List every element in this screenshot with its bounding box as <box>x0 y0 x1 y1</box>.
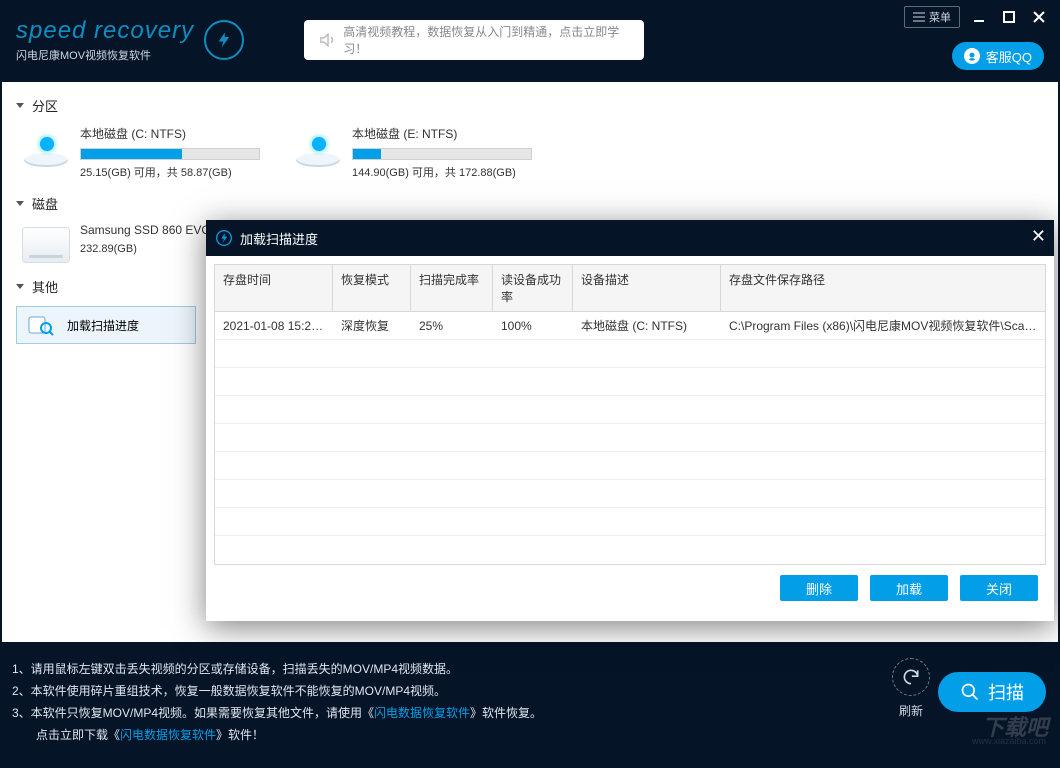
table-row <box>215 508 1045 536</box>
close-button[interactable]: 关闭 <box>960 575 1038 601</box>
partition-stat: 25.15(GB) 可用，共 58.87(GB) <box>80 164 272 180</box>
refresh-label: 刷新 <box>899 702 923 719</box>
speaker-icon <box>318 31 335 49</box>
ssd-icon <box>22 227 70 263</box>
dialog-title: 加载扫描进度 <box>240 229 318 248</box>
partition-stat: 144.90(GB) 可用，共 172.88(GB) <box>352 164 544 180</box>
cell-mode: 深度恢复 <box>333 317 411 334</box>
refresh-button[interactable]: 刷新 <box>892 658 930 719</box>
scan-button[interactable]: 扫描 <box>938 672 1046 712</box>
footer-tips: 1、请用鼠标左键双击丢失视频的分区或存储设备，扫描丢失的MOV/MP4视频数据。… <box>0 644 1060 746</box>
watermark-url: www.xiazaiba.com <box>972 736 1046 746</box>
cell-device: 本地磁盘 (C: NTFS) <box>573 317 721 334</box>
section-partitions-header[interactable]: 分区 <box>10 92 1050 119</box>
usage-bar <box>352 148 532 160</box>
table-row <box>215 480 1045 508</box>
lightning-icon <box>204 20 244 60</box>
magnifier-icon <box>960 682 980 702</box>
load-button[interactable]: 加载 <box>870 575 948 601</box>
maximize-button[interactable] <box>998 6 1020 28</box>
recovery-software-link[interactable]: 闪电数据恢复软件 <box>374 706 470 720</box>
usage-bar <box>80 148 260 160</box>
dialog-close-icon[interactable]: ✕ <box>1031 226 1046 247</box>
logo-area: speed recovery 闪电尼康MOV视频恢复软件 <box>16 17 194 63</box>
cell-read-rate: 100% <box>493 319 573 333</box>
partitions-list: 本地磁盘 (C: NTFS) 25.15(GB) 可用，共 58.87(GB) … <box>10 119 1050 190</box>
search-file-icon <box>27 313 55 337</box>
col-path[interactable]: 存盘文件保存路径 <box>721 265 1045 311</box>
col-scan-rate[interactable]: 扫描完成率 <box>411 265 493 311</box>
table-row <box>215 396 1045 424</box>
usage-fill <box>353 149 381 159</box>
partition-item[interactable]: 本地磁盘 (E: NTFS) 144.90(GB) 可用，共 172.88(GB… <box>294 125 544 180</box>
disk-icon <box>294 131 342 171</box>
disk-title: Samsung SSD 860 EVO 2 <box>80 223 221 237</box>
chevron-down-icon <box>16 103 24 108</box>
lightning-icon <box>216 230 232 246</box>
tip-line: 点击立即下载《闪电数据恢复软件》软件！ <box>12 724 1048 746</box>
usage-fill <box>81 149 182 159</box>
window-controls: 菜单 <box>904 6 1050 28</box>
section-others-label: 其他 <box>32 277 58 296</box>
minimize-button[interactable] <box>968 6 990 28</box>
tutorial-text: 高清视频教程，数据恢复从入门到精通，点击立即学习！ <box>343 23 630 57</box>
scan-progress-table: 存盘时间 恢复模式 扫描完成率 读设备成功率 设备描述 存盘文件保存路径 202… <box>214 264 1046 565</box>
table-row <box>215 452 1045 480</box>
col-read-rate[interactable]: 读设备成功率 <box>493 265 573 311</box>
logo-subtitle: 闪电尼康MOV视频恢复软件 <box>16 47 194 63</box>
section-partitions-label: 分区 <box>32 96 58 115</box>
chevron-down-icon <box>16 201 24 206</box>
qq-label: 客服QQ <box>986 47 1032 66</box>
table-header: 存盘时间 恢复模式 扫描完成率 读设备成功率 设备描述 存盘文件保存路径 <box>215 265 1045 312</box>
delete-button[interactable]: 删除 <box>780 575 858 601</box>
partition-title: 本地磁盘 (E: NTFS) <box>352 125 544 142</box>
qq-icon <box>964 48 980 64</box>
menu-button[interactable]: 菜单 <box>904 6 960 28</box>
other-item-label: 加载扫描进度 <box>67 317 139 334</box>
dialog-footer: 删除 加载 关闭 <box>214 565 1046 613</box>
tutorial-banner[interactable]: 高清视频教程，数据恢复从入门到精通，点击立即学习！ <box>304 20 644 60</box>
cell-scan-rate: 25% <box>411 319 493 333</box>
col-mode[interactable]: 恢复模式 <box>333 265 411 311</box>
logo-text: speed recovery <box>16 17 194 45</box>
table-row <box>215 536 1045 564</box>
scan-label: 扫描 <box>988 679 1024 705</box>
table-row <box>215 340 1045 368</box>
qq-support-button[interactable]: 客服QQ <box>952 42 1044 70</box>
section-disks-label: 磁盘 <box>32 194 58 213</box>
table-row <box>215 424 1045 452</box>
cell-time: 2021-01-08 15:26:33 <box>215 319 333 333</box>
menu-label: 菜单 <box>929 9 951 25</box>
load-scan-progress-item[interactable]: 加载扫描进度 <box>16 306 196 344</box>
disk-icon <box>22 131 70 171</box>
download-link[interactable]: 闪电数据恢复软件 <box>120 728 216 742</box>
partition-item[interactable]: 本地磁盘 (C: NTFS) 25.15(GB) 可用，共 58.87(GB) <box>22 125 272 180</box>
chevron-down-icon <box>16 284 24 289</box>
col-time[interactable]: 存盘时间 <box>215 265 333 311</box>
col-device[interactable]: 设备描述 <box>573 265 721 311</box>
partition-title: 本地磁盘 (C: NTFS) <box>80 125 272 142</box>
dialog-titlebar[interactable]: 加载扫描进度 ✕ <box>206 220 1054 256</box>
cell-path: C:\Program Files (x86)\闪电尼康MOV视频恢复软件\Sca… <box>721 317 1045 334</box>
section-disks-header[interactable]: 磁盘 <box>10 190 1050 217</box>
refresh-icon <box>892 658 930 696</box>
close-button[interactable] <box>1028 6 1050 28</box>
load-scan-progress-dialog: 加载扫描进度 ✕ 存盘时间 恢复模式 扫描完成率 读设备成功率 设备描述 存盘文… <box>206 220 1054 621</box>
table-row <box>215 368 1045 396</box>
menu-icon <box>913 12 925 22</box>
table-row[interactable]: 2021-01-08 15:26:33 深度恢复 25% 100% 本地磁盘 (… <box>215 312 1045 340</box>
disk-stat: 232.89(GB) <box>80 243 221 255</box>
app-header: speed recovery 闪电尼康MOV视频恢复软件 高清视频教程，数据恢复… <box>0 0 1060 80</box>
